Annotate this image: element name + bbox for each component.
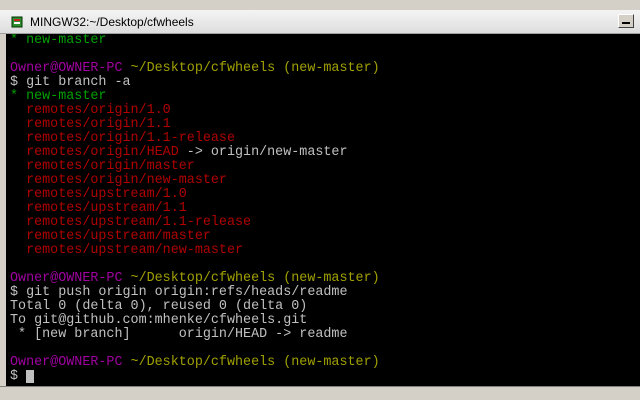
terminal-line: remotes/upstream/1.1 <box>10 202 640 216</box>
terminal-text: (new-master) <box>275 61 380 76</box>
terminal-text: $ git push origin origin:refs/heads/read… <box>10 285 348 300</box>
terminal-text: * new-master <box>10 89 107 104</box>
minimize-button[interactable] <box>618 14 634 28</box>
terminal-line: Owner@OWNER-PC ~/Desktop/cfwheels (new-m… <box>10 272 640 286</box>
terminal-text: ~/Desktop/cfwheels <box>122 271 276 286</box>
terminal-line: remotes/origin/1.1 <box>10 118 640 132</box>
terminal-line: remotes/origin/HEAD -> origin/new-master <box>10 146 640 160</box>
terminal-line: Owner@OWNER-PC ~/Desktop/cfwheels (new-m… <box>10 62 640 76</box>
terminal-line: * [new branch] origin/HEAD -> readme <box>10 328 640 342</box>
terminal-text: * [new branch] origin/HEAD -> readme <box>10 327 348 342</box>
terminal-text: remotes/origin/1.1-release <box>10 131 235 146</box>
terminal-text: Owner@OWNER-PC <box>10 61 123 76</box>
terminal-text: * new-master <box>10 34 107 48</box>
terminal-line: remotes/origin/1.0 <box>10 104 640 118</box>
git-bash-icon[interactable] <box>10 15 24 29</box>
terminal-line: remotes/upstream/1.1-release <box>10 216 640 230</box>
terminal-text: remotes/upstream/1.1-release <box>10 215 252 230</box>
title-bar[interactable]: MINGW32:~/Desktop/cfwheels <box>0 10 640 34</box>
terminal-text: ~/Desktop/cfwheels <box>122 61 276 76</box>
terminal-text: remotes/origin/1.0 <box>10 103 171 118</box>
terminal-text: To git@github.com:mhenke/cfwheels.git <box>10 313 308 328</box>
terminal-text: remotes/origin/HEAD <box>10 145 179 160</box>
window-bottom-border <box>0 386 640 400</box>
terminal-text: -> origin/new-master <box>178 145 348 160</box>
terminal-line: Owner@OWNER-PC ~/Desktop/cfwheels (new-m… <box>10 356 640 370</box>
terminal-text: remotes/origin/new-master <box>10 173 227 188</box>
terminal-text: remotes/upstream/new-master <box>10 243 244 258</box>
terminal-text: remotes/upstream/1.0 <box>10 187 187 202</box>
terminal-text: Total 0 (delta 0), reused 0 (delta 0) <box>10 299 308 314</box>
terminal-line: Total 0 (delta 0), reused 0 (delta 0) <box>10 300 640 314</box>
terminal-line: remotes/origin/master <box>10 160 640 174</box>
terminal-text: Owner@OWNER-PC <box>10 355 123 370</box>
terminal-line: $ git branch -a <box>10 76 640 90</box>
terminal-line: $ git push origin origin:refs/heads/read… <box>10 286 640 300</box>
terminal-window: MINGW32:~/Desktop/cfwheels * new-master O… <box>0 0 640 400</box>
terminal-line: * new-master <box>10 90 640 104</box>
terminal-line: remotes/origin/new-master <box>10 174 640 188</box>
terminal-line: remotes/origin/1.1-release <box>10 132 640 146</box>
terminal-text: remotes/origin/master <box>10 159 195 174</box>
terminal-line: remotes/upstream/new-master <box>10 244 640 258</box>
terminal-text: (new-master) <box>275 271 380 286</box>
terminal-text: $ git branch -a <box>10 75 131 90</box>
terminal-line: To git@github.com:mhenke/cfwheels.git <box>10 314 640 328</box>
terminal-text: remotes/upstream/master <box>10 229 211 244</box>
terminal-text: remotes/upstream/1.1 <box>10 201 187 216</box>
terminal-text: (new-master) <box>275 355 380 370</box>
window-title: MINGW32:~/Desktop/cfwheels <box>30 14 194 29</box>
terminal-line: $ <box>10 370 640 384</box>
text-cursor <box>26 370 35 383</box>
minimize-icon <box>622 22 630 24</box>
terminal-text: ~/Desktop/cfwheels <box>122 355 276 370</box>
terminal-text: remotes/origin/1.1 <box>10 117 171 132</box>
terminal-text: $ <box>10 369 27 384</box>
terminal-line: * new-master <box>10 34 640 48</box>
terminal-output[interactable]: * new-master Owner@OWNER-PC ~/Desktop/cfw… <box>6 34 640 386</box>
window-controls <box>618 14 634 28</box>
terminal-line: remotes/upstream/master <box>10 230 640 244</box>
terminal-text: Owner@OWNER-PC <box>10 271 123 286</box>
terminal-line: remotes/upstream/1.0 <box>10 188 640 202</box>
